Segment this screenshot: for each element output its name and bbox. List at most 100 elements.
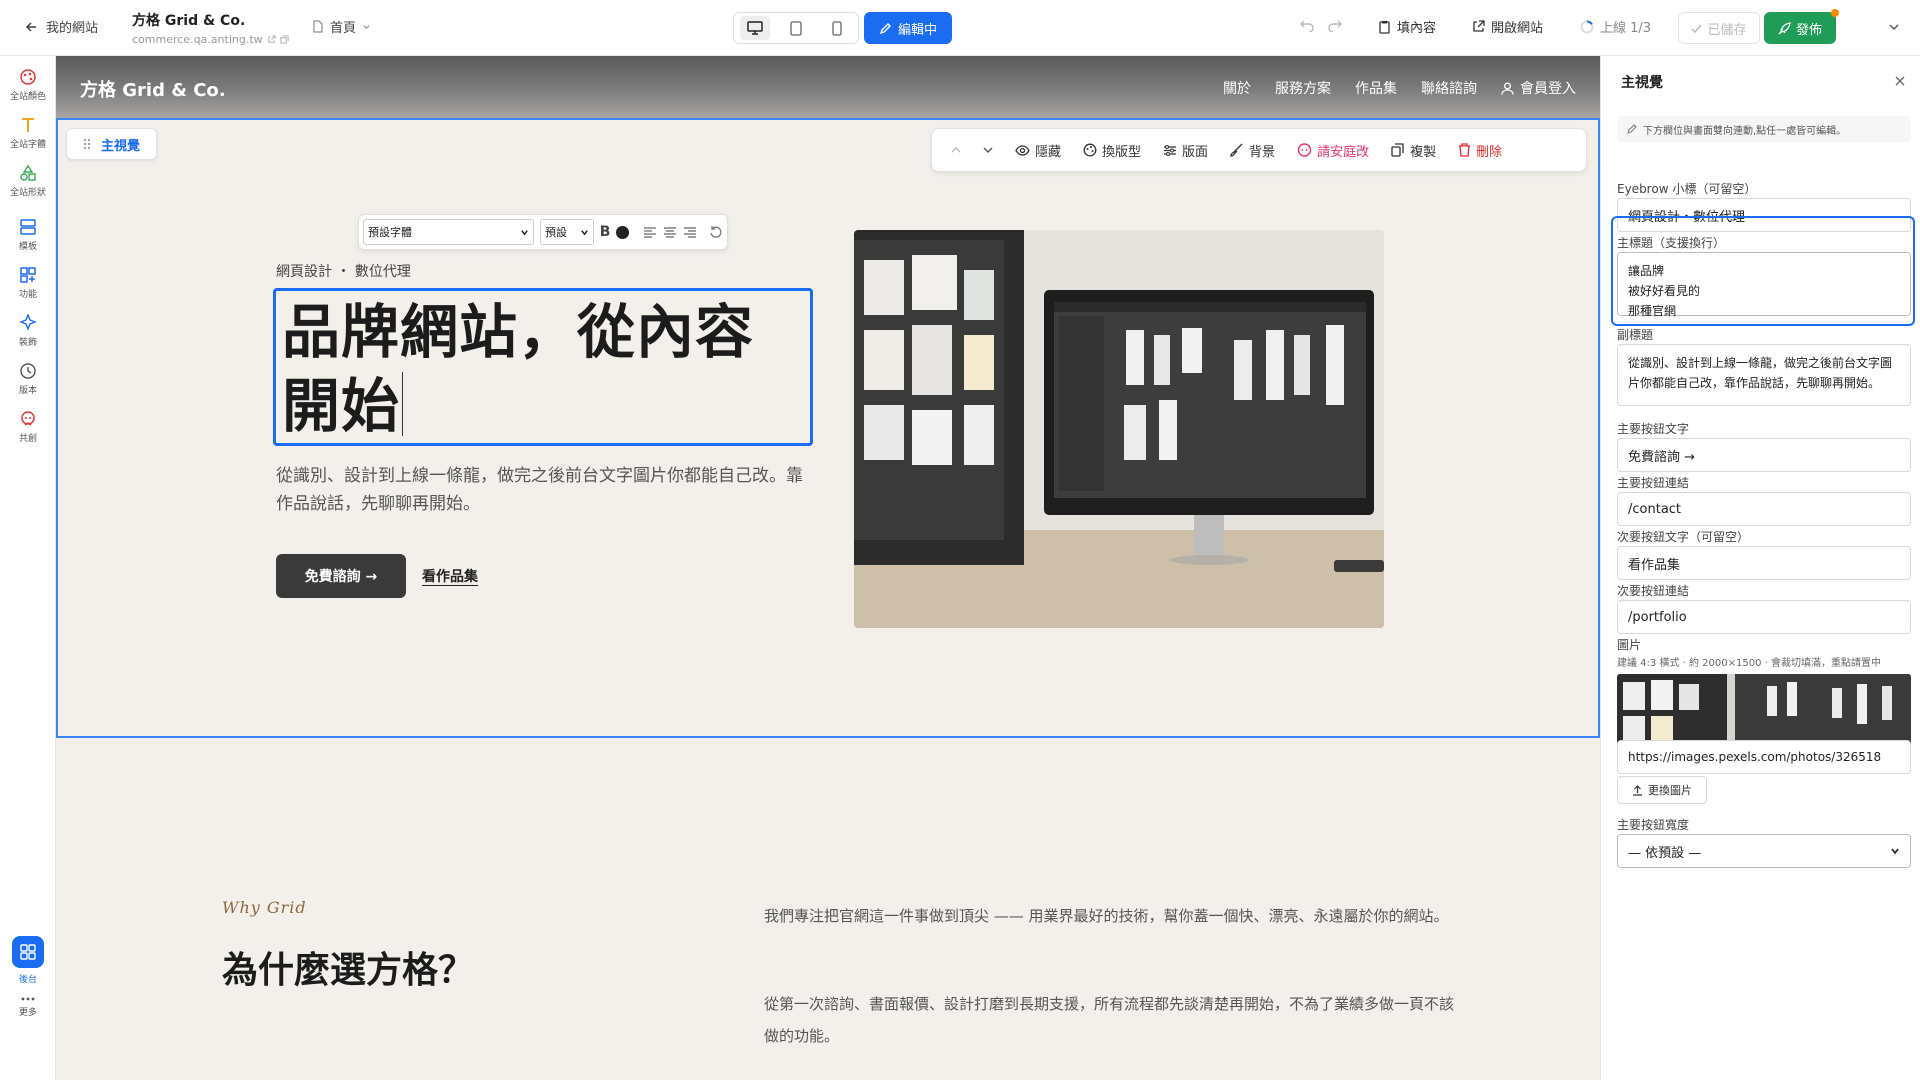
- sidebar-item-cocreate[interactable]: 共創: [0, 410, 56, 444]
- sidebar-item-label: 裝飾: [18, 338, 37, 348]
- layout-button[interactable]: 版面: [1154, 135, 1217, 165]
- saved-status-button[interactable]: 已儲存: [1678, 12, 1760, 44]
- properties-panel: 主視覺 下方欄位與畫面雙向連動,點任一處皆可編輯。 Eyebrow 小標（可留空…: [1600, 56, 1920, 1080]
- eye-icon: [1015, 144, 1030, 156]
- external-link-icon[interactable]: [267, 35, 276, 44]
- nav-link-contact[interactable]: 聯絡諮詢: [1421, 78, 1477, 98]
- fill-content-button[interactable]: 填內容: [1378, 17, 1436, 36]
- cta1-link-field-label: 主要按鈕連結: [1617, 476, 1690, 490]
- palette-icon: [1083, 143, 1097, 157]
- copy-icon[interactable]: [280, 35, 289, 44]
- title-field[interactable]: 讓品牌 被好好看見的 那種官網: [1617, 252, 1911, 318]
- bold-button[interactable]: B: [600, 224, 611, 240]
- section-name-label: 主視覺: [101, 138, 141, 154]
- hide-section-button[interactable]: 隱藏: [1006, 135, 1070, 165]
- duplicate-section-button[interactable]: 複製: [1382, 135, 1445, 165]
- copy-icon: [1391, 143, 1404, 157]
- align-right-icon[interactable]: [683, 226, 697, 238]
- site-logo[interactable]: 方格 Grid & Co.: [80, 76, 226, 102]
- why-paragraph-2[interactable]: 從第一次諮詢、書面報價、設計打磨到長期支援，所有流程都先談清楚再開始，不為了業績…: [764, 988, 1454, 1052]
- change-variant-button[interactable]: 換版型: [1074, 135, 1150, 165]
- undo-icon[interactable]: [1300, 18, 1314, 32]
- hero-eyebrow[interactable]: 網頁設計 ・ 數位代理: [276, 261, 411, 281]
- hero-primary-cta[interactable]: 免費諮詢 →: [276, 554, 406, 598]
- admin-button[interactable]: [12, 936, 44, 968]
- progress-ring-icon: [1580, 19, 1594, 33]
- cta1-link-field[interactable]: /contact: [1617, 492, 1911, 526]
- more-dots-icon: [21, 997, 35, 1001]
- edit-mode-button[interactable]: 編輯中: [864, 12, 952, 44]
- replace-image-button[interactable]: 更換圖片: [1617, 776, 1707, 804]
- rocket-icon: [1778, 21, 1791, 34]
- background-button[interactable]: 背景: [1221, 135, 1284, 165]
- more-label: 更多: [18, 1008, 37, 1018]
- cta2-link-field[interactable]: /portfolio: [1617, 600, 1911, 634]
- more-button[interactable]: 更多: [0, 996, 56, 1018]
- redo-icon[interactable]: [1328, 18, 1342, 32]
- panel-close-button[interactable]: [1894, 72, 1906, 91]
- cta-width-select[interactable]: — 依預設 —: [1617, 834, 1911, 868]
- cta-width-value: — 依預設 —: [1628, 845, 1702, 861]
- publish-button[interactable]: 發佈: [1764, 9, 1839, 44]
- back-to-sites-button[interactable]: 我的網站: [24, 17, 98, 36]
- ai-chat-icon: [1297, 142, 1312, 157]
- why-paragraph-1[interactable]: 我們專注把官網這一件事做到頂尖 —— 用業界最好的技術，幫你蓋一個快、漂亮、永遠…: [764, 900, 1454, 932]
- cta2-text-field[interactable]: 看作品集: [1617, 546, 1911, 580]
- sidebar-item-colors[interactable]: 全站顏色: [0, 68, 56, 102]
- nav-link-services[interactable]: 服務方案: [1275, 78, 1331, 98]
- sidebar-item-label: 全站形狀: [9, 188, 46, 198]
- nav-link-portfolio[interactable]: 作品集: [1355, 78, 1397, 98]
- align-left-icon[interactable]: [643, 226, 657, 238]
- replace-image-label: 更換圖片: [1648, 784, 1692, 797]
- why-title[interactable]: 為什麼選方格？: [222, 941, 474, 993]
- sidebar-item-templates[interactable]: 模板: [0, 218, 56, 252]
- launch-progress[interactable]: 上線 1/3: [1580, 17, 1651, 36]
- font-size-select[interactable]: 預設: [540, 219, 594, 245]
- site-url[interactable]: commerce.qa.anting.tw: [132, 33, 289, 46]
- features-icon: [20, 267, 36, 283]
- sidebar-item-shapes[interactable]: 全站形狀: [0, 164, 56, 198]
- subtitle-field-label: 副標題: [1617, 328, 1654, 342]
- site-navbar: 方格 Grid & Co. 關於 服務方案 作品集 聯絡諮詢 會員登入: [56, 56, 1600, 118]
- sparkle-icon: [19, 314, 37, 331]
- move-up-button[interactable]: [942, 135, 970, 165]
- align-center-icon[interactable]: [663, 226, 677, 238]
- desktop-view-button[interactable]: [739, 16, 770, 40]
- chevron-down-icon: [1891, 848, 1899, 855]
- site-name: 方格 Grid & Co.: [132, 13, 246, 29]
- text-color-button[interactable]: [616, 225, 630, 239]
- section-drag-handle[interactable]: 主視覺: [66, 128, 158, 160]
- paint-brush-icon: [1230, 143, 1243, 157]
- sidebar-item-features[interactable]: 功能: [0, 266, 56, 300]
- hero-title[interactable]: 品牌網站，從內容 開始: [282, 295, 804, 443]
- hero-subtitle[interactable]: 從識別、設計到上線一條龍，做完之後前台文字圖片你都能自己改。靠作品說話，先聊聊再…: [276, 462, 806, 518]
- cta1-text-field[interactable]: 免費諮詢 →: [1617, 438, 1911, 472]
- ask-ai-button[interactable]: 請安庭改: [1288, 135, 1378, 165]
- member-login-link[interactable]: 會員登入: [1501, 78, 1576, 98]
- subtitle-field[interactable]: 從識別、設計到上線一條龍，做完之後前台文字圖片你都能自己改，靠作品說話，先聊聊再…: [1617, 344, 1911, 406]
- saved-label: 已儲存: [1707, 22, 1747, 38]
- sidebar-item-fonts[interactable]: 全站字體: [0, 116, 56, 150]
- hero-title-editor[interactable]: 品牌網站，從內容 開始: [273, 288, 813, 446]
- why-eyebrow[interactable]: Why Grid: [222, 898, 307, 917]
- move-down-button[interactable]: [974, 135, 1002, 165]
- more-menu-button[interactable]: [1888, 18, 1900, 37]
- reset-format-icon[interactable]: [709, 225, 723, 239]
- sidebar-item-versions[interactable]: 版本: [0, 362, 56, 396]
- page-selector[interactable]: 首頁: [312, 17, 371, 36]
- font-family-select[interactable]: 預設字體: [363, 219, 535, 245]
- sidebar-item-decorations[interactable]: 裝飾: [0, 314, 56, 348]
- hero-secondary-cta[interactable]: 看作品集: [422, 566, 478, 586]
- nav-link-about[interactable]: 關於: [1223, 78, 1251, 98]
- member-login-label: 會員登入: [1520, 81, 1576, 97]
- hero-image[interactable]: [854, 230, 1384, 628]
- delete-section-button[interactable]: 刪除: [1449, 135, 1511, 165]
- chevron-down-icon: [363, 25, 370, 30]
- image-url-field[interactable]: https://images.pexels.com/photos/326518: [1617, 740, 1911, 774]
- open-site-button[interactable]: 開啟網站: [1472, 17, 1543, 36]
- mobile-view-button[interactable]: [822, 16, 852, 40]
- edit-mode-label: 編輯中: [897, 22, 937, 38]
- panel-note-text: 下方欄位與畫面雙向連動,點任一處皆可編輯。: [1643, 125, 1847, 137]
- chevron-down-icon: [983, 147, 993, 153]
- tablet-view-button[interactable]: [781, 16, 811, 40]
